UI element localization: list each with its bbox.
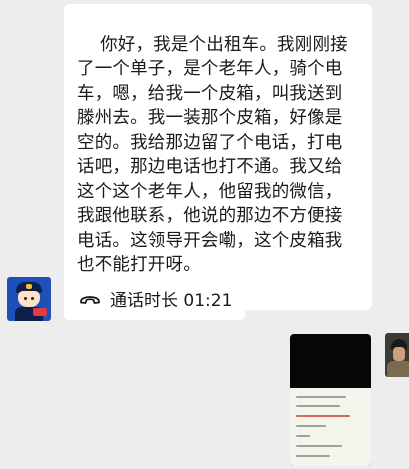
image-message[interactable] xyxy=(290,334,371,466)
call-duration-label: 通话时长 01:21 xyxy=(110,290,233,311)
screenshot-thumbnail xyxy=(290,388,371,466)
chat-window: 你好，我是个出租车。我刚刚接了一个单子，是个老年人，骑个电车，嗯，给我一个皮箱，… xyxy=(0,0,409,469)
call-record-bubble[interactable]: 通话时长 01:21 xyxy=(64,276,245,320)
user-avatar[interactable] xyxy=(385,333,409,377)
phone-handset-icon xyxy=(80,296,100,304)
contact-avatar[interactable] xyxy=(7,277,51,321)
message-text: 你好，我是个出租车。我刚刚接了一个单子，是个老年人，骑个电车，嗯，给我一个皮箱，… xyxy=(77,34,348,276)
message-text-bubble[interactable]: 你好，我是个出租车。我刚刚接了一个单子，是个老年人，骑个电车，嗯，给我一个皮箱，… xyxy=(64,4,372,310)
